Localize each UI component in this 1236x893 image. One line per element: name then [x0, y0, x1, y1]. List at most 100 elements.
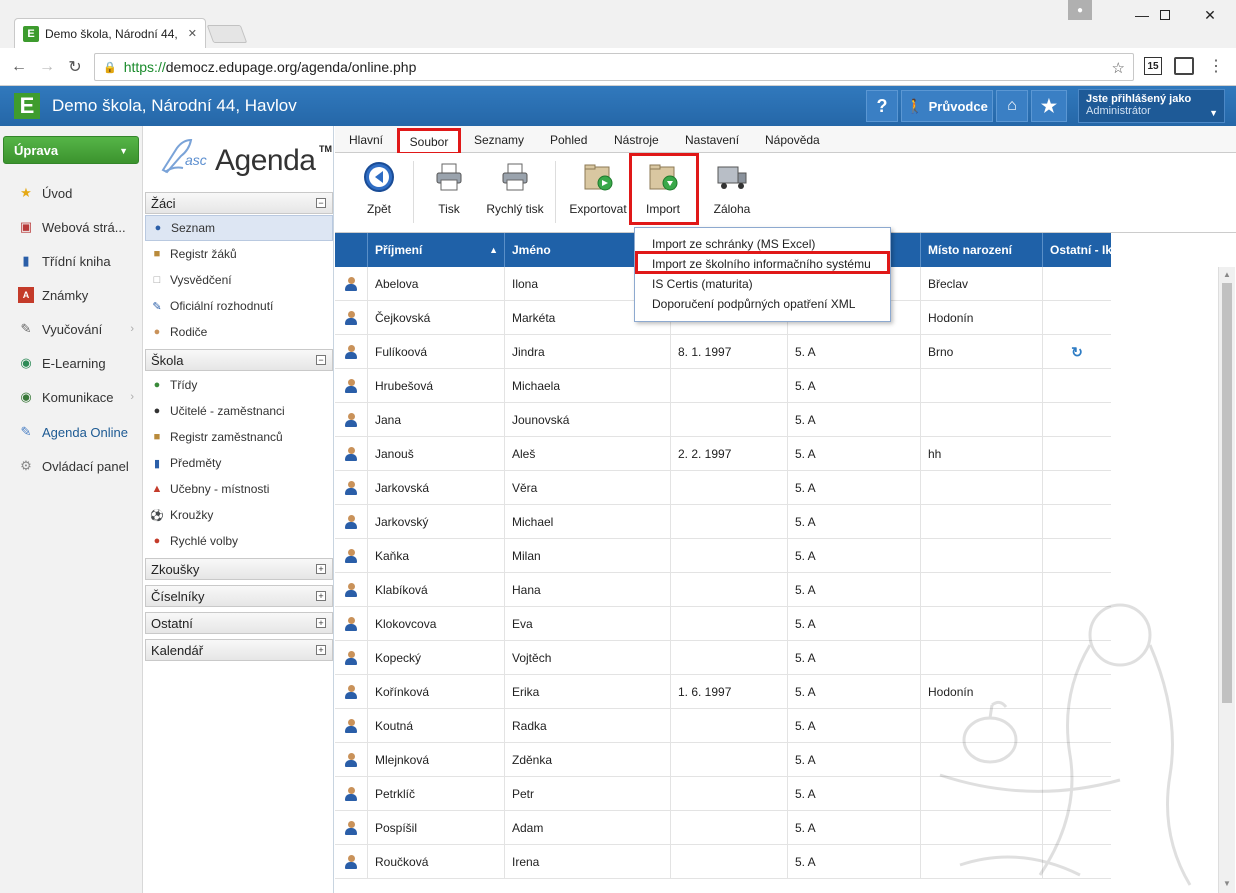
print-button[interactable]: Tisk	[429, 161, 469, 216]
column-header-misto-narozeni[interactable]: Místo narození	[921, 233, 1043, 267]
table-row[interactable]: Jarkovský Michael 5. A	[335, 505, 1111, 539]
table-row[interactable]: Kaňka Milan 5. A	[335, 539, 1111, 573]
window-close-button[interactable]: ✕	[1188, 0, 1232, 30]
table-cell	[1043, 539, 1111, 573]
table-cell: 5. A	[788, 607, 921, 641]
window-maximize-button[interactable]	[1143, 0, 1187, 30]
favorites-button[interactable]: ★	[1031, 90, 1067, 122]
edupage-logo[interactable]: E	[14, 93, 40, 119]
tab-nastroje[interactable]: Nástroje	[614, 133, 659, 147]
section-header-ciselniky[interactable]: Číselníky +	[145, 585, 333, 607]
tab-nastaveni[interactable]: Nastavení	[685, 133, 739, 147]
menu-item-ovladaci-panel[interactable]: ⚙ Ovládací panel	[0, 449, 142, 483]
expand-icon[interactable]: +	[316, 645, 326, 655]
tab-napoveda[interactable]: Nápověda	[765, 133, 820, 147]
section-header-zaci[interactable]: Žáci −	[145, 192, 333, 214]
backup-button[interactable]: Záloha	[709, 161, 755, 216]
table-cell: Michaela	[505, 369, 671, 403]
tab-close-icon[interactable]: ✕	[188, 27, 197, 40]
sidebar-item-ucitele[interactable]: ● Učitelé - zaměstnanci	[145, 398, 333, 424]
menu-item-agenda-online[interactable]: ✎ Agenda Online	[0, 415, 142, 449]
ribbon-separator	[555, 161, 556, 223]
tab-hlavni[interactable]: Hlavní	[349, 133, 383, 147]
sidebar-item-oficialni-rozhodnuti[interactable]: ✎ Oficiální rozhodnutí	[145, 293, 333, 319]
calendar-extension-icon[interactable]: 15	[1144, 57, 1162, 75]
back-button[interactable]: Zpět	[359, 161, 399, 216]
scroll-up-icon[interactable]: ▲	[1223, 270, 1231, 279]
sidebar-item-registr-zaku[interactable]: ■ Registr žáků	[145, 241, 333, 267]
pen-icon: ✎	[152, 300, 162, 313]
new-tab-button[interactable]	[206, 25, 248, 43]
classes-icon: ●	[153, 379, 161, 391]
section-header-kalendar[interactable]: Kalendář +	[145, 639, 333, 661]
scrollbar-thumb[interactable]	[1222, 283, 1232, 703]
tab-pohled[interactable]: Pohled	[550, 133, 587, 147]
person-icon	[344, 344, 358, 360]
help-button[interactable]: ?	[866, 90, 898, 122]
sync-icon[interactable]: ↻	[1071, 344, 1083, 361]
table-cell: 5. A	[788, 709, 921, 743]
expand-icon[interactable]: +	[316, 591, 326, 601]
back-arrow-icon[interactable]: ←	[8, 56, 30, 78]
guide-button[interactable]: 🚶 Průvodce	[901, 90, 993, 122]
sidebar-item-krouzky[interactable]: ⚽ Kroužky	[145, 502, 333, 528]
sidebar-item-tridy[interactable]: ● Třídy	[145, 372, 333, 398]
section-header-skola[interactable]: Škola −	[145, 349, 333, 371]
sidebar-item-predmety[interactable]: ▮ Předměty	[145, 450, 333, 476]
section-header-zkousky[interactable]: Zkoušky +	[145, 558, 333, 580]
menu-item-support-measures-xml[interactable]: Doporučení podpůrných opatření XML	[635, 294, 890, 314]
bookmark-star-icon[interactable]: ☆	[1112, 59, 1125, 77]
address-bar[interactable]: 🔒 https://democz.edupage.org/agenda/onli…	[94, 53, 1134, 81]
expand-icon[interactable]: +	[316, 618, 326, 628]
scroll-down-icon[interactable]: ▼	[1223, 879, 1231, 888]
table-row[interactable]: Janouš Aleš 2. 2. 1997 5. Ahh	[335, 437, 1111, 471]
user-role: Administrátor	[1086, 105, 1151, 117]
menu-item-vyucovani[interactable]: ✎ Vyučování ›	[0, 312, 142, 346]
vertical-scrollbar[interactable]: ▲ ▼	[1218, 267, 1235, 893]
student-type-cell	[335, 301, 368, 335]
table-row[interactable]: Jarkovská Věra 5. A	[335, 471, 1111, 505]
menu-item-is-certis[interactable]: IS Certis (maturita)	[635, 274, 890, 294]
user-menu[interactable]: Jste přihlášený jako Administrátor ▼	[1078, 89, 1225, 123]
sidebar-item-vysvedceni[interactable]: □ Vysvědčení	[145, 267, 333, 293]
sidebar-item-rychle-volby[interactable]: ● Rychlé volby	[145, 528, 333, 554]
home-button[interactable]: ⌂	[996, 90, 1028, 122]
sidebar-item-ucebny[interactable]: ▲ Učebny - místnosti	[145, 476, 333, 502]
collapse-icon[interactable]: −	[316, 355, 326, 365]
menu-item-tridni-kniha[interactable]: ▮ Třídní kniha	[0, 244, 142, 278]
column-header-prijmeni[interactable]: Příjmení ▲	[368, 233, 505, 267]
table-row[interactable]: Hrubešová Michaela 5. A	[335, 369, 1111, 403]
quick-print-button[interactable]: Rychlý tisk	[483, 161, 547, 216]
section-header-ostatni[interactable]: Ostatní +	[145, 612, 333, 634]
export-label: Exportovat	[569, 202, 627, 216]
table-cell	[921, 369, 1043, 403]
edit-mode-button[interactable]: Úprava ▼	[3, 136, 139, 164]
reload-icon[interactable]: ↻	[64, 56, 86, 78]
table-row[interactable]: Jana Jounovská 5. A	[335, 403, 1111, 437]
forward-arrow-icon[interactable]: →	[36, 56, 58, 78]
menu-item-znamky[interactable]: A Známky	[0, 278, 142, 312]
table-cell: Kopecký	[368, 641, 505, 675]
cast-icon[interactable]	[1174, 57, 1194, 75]
column-header-ostatni[interactable]: Ostatní - Ik	[1043, 233, 1111, 267]
person-icon	[344, 310, 358, 326]
browser-menu-icon[interactable]: ⋮	[1208, 56, 1224, 76]
sidebar-item-rodice[interactable]: ● Rodiče	[145, 319, 333, 345]
tab-seznamy[interactable]: Seznamy	[474, 133, 524, 147]
menu-item-uvod[interactable]: ★ Úvod	[0, 176, 142, 210]
table-cell	[1043, 471, 1111, 505]
sidebar-item-registr-zamestnancu[interactable]: ■ Registr zaměstnanců	[145, 424, 333, 450]
student-type-cell	[335, 573, 368, 607]
browser-tab[interactable]: E Demo škola, Národní 44, ✕	[14, 18, 206, 48]
table-row[interactable]: Fulíkoová Jindra 8. 1. 1997 5. A Brno ↻	[335, 335, 1111, 369]
collapse-icon[interactable]: −	[316, 198, 326, 208]
sidebar-item-seznam[interactable]: ● Seznam	[145, 215, 333, 241]
menu-item-webova-stranka[interactable]: ▣ Webová strá...	[0, 210, 142, 244]
student-type-cell	[335, 743, 368, 777]
browser-profile-icon[interactable]: ●	[1068, 0, 1092, 20]
tab-soubor[interactable]: Soubor	[397, 128, 461, 155]
expand-icon[interactable]: +	[316, 564, 326, 574]
menu-item-e-learning[interactable]: ◉ E-Learning	[0, 346, 142, 380]
export-button[interactable]: Exportovat	[567, 161, 629, 216]
menu-item-komunikace[interactable]: ◉ Komunikace ›	[0, 380, 142, 414]
